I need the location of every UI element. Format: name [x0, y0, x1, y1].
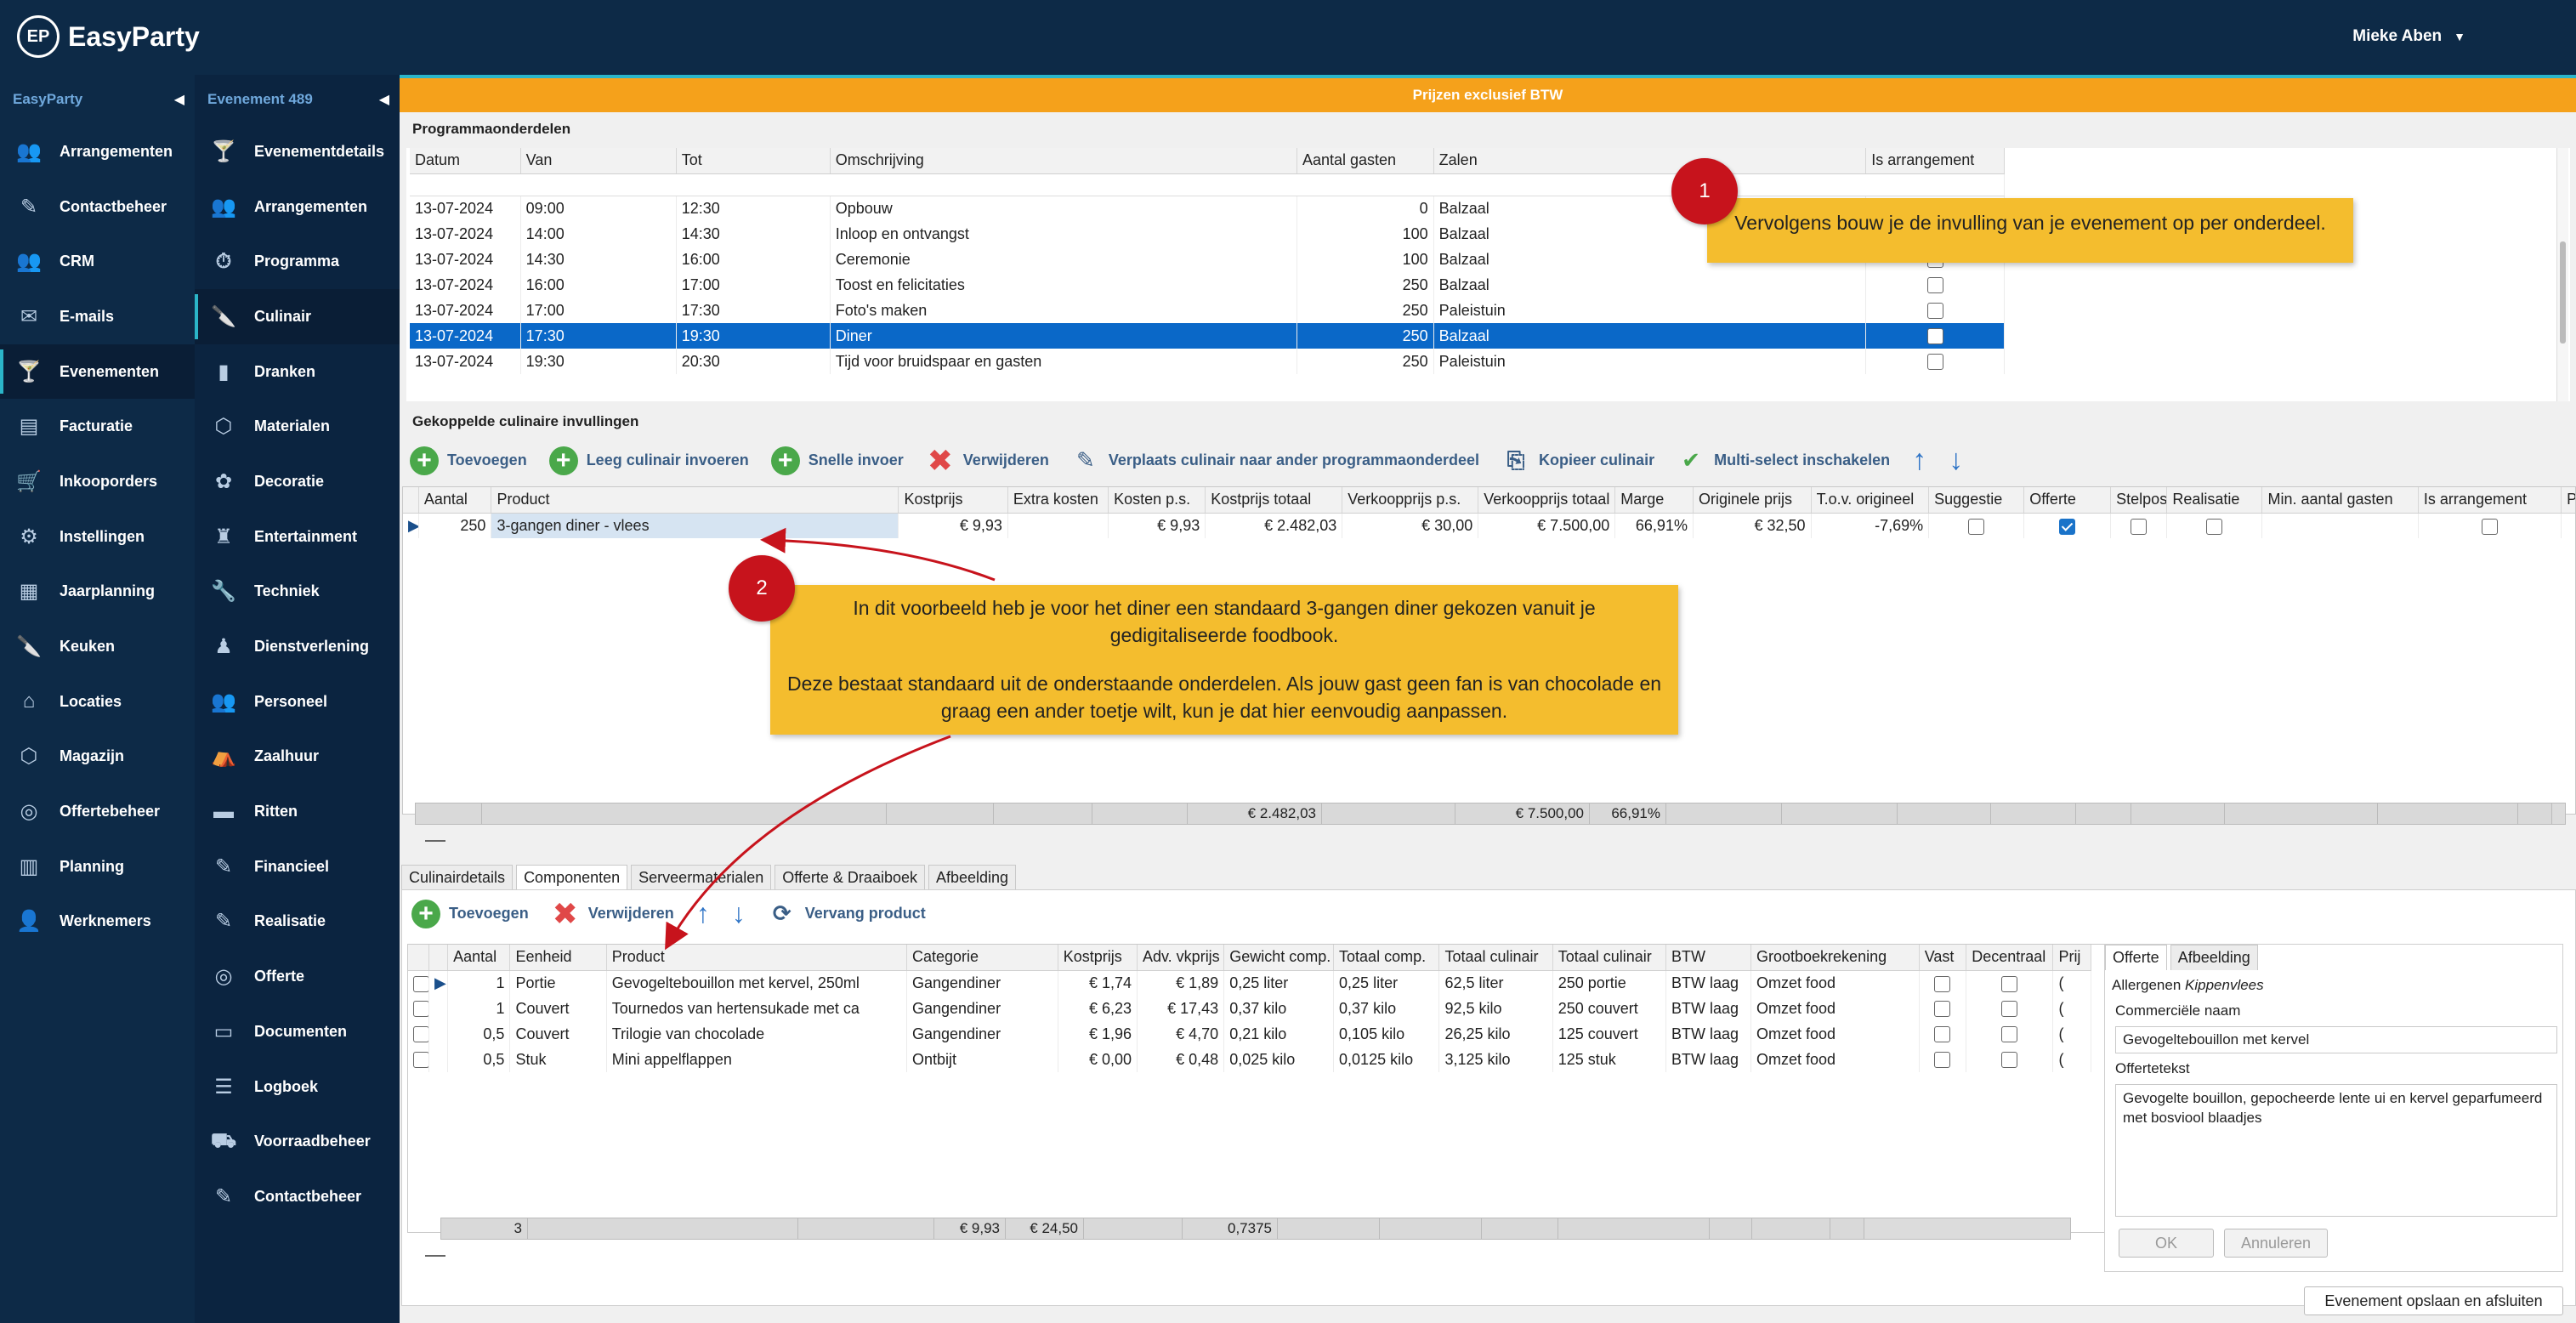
callout-arrows	[665, 527, 996, 951]
arrow-to-components	[665, 735, 951, 951]
arrow-to-product	[760, 527, 996, 582]
